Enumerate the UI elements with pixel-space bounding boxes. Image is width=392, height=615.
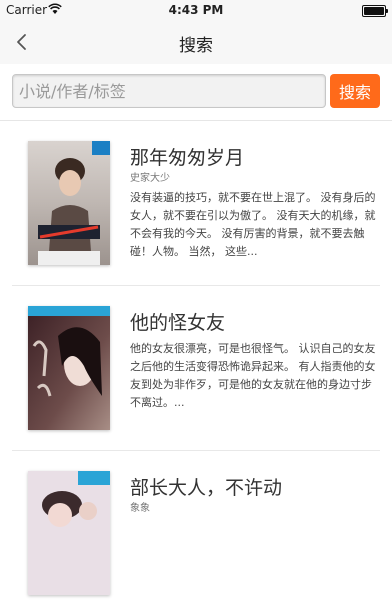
book-title: 部长大人，不许动 [130, 477, 283, 499]
book-item[interactable]: 他的怪女友 他的女友很漂亮，可是也很怪气。 认识自己的女友之后他的生活变得恐怖诡… [12, 286, 380, 451]
book-cover-image [28, 141, 110, 265]
book-title: 那年匆匆岁月 [130, 147, 245, 169]
clock: 4:43 PM [168, 3, 224, 17]
search-input[interactable] [12, 74, 326, 108]
book-description: 没有装逼的技巧，就不要在世上混了。 没有身后的女人，就不要在引以为傲了。 没有天… [130, 191, 376, 258]
book-cover-image [28, 471, 110, 595]
book-author: 象象 [130, 503, 150, 514]
battery-icon [362, 5, 388, 17]
status-bar: Carrier 4:43 PM [0, 0, 392, 20]
book-item[interactable]: 部长大人，不许动 象象 [12, 451, 380, 615]
book-cover-image [28, 306, 110, 430]
book-item[interactable]: 那年匆匆岁月 史家大少 没有装逼的技巧，就不要在世上混了。 没有身后的女人，就不… [12, 121, 380, 286]
book-description: 他的女友很漂亮，可是也很怪气。 认识自己的女友之后他的生活变得恐怖诡异起来。 有… [130, 342, 376, 409]
book-title: 他的怪女友 [130, 312, 226, 334]
search-button[interactable]: 搜索 [330, 74, 380, 108]
book-list: 那年匆匆岁月 史家大少 没有装逼的技巧，就不要在世上混了。 没有身后的女人，就不… [0, 121, 392, 615]
search-bar: 搜索 [0, 64, 392, 121]
navigation-bar: 搜索 [0, 20, 392, 64]
book-author: 史家大少 [130, 173, 170, 184]
page-title: 搜索 [179, 36, 213, 56]
